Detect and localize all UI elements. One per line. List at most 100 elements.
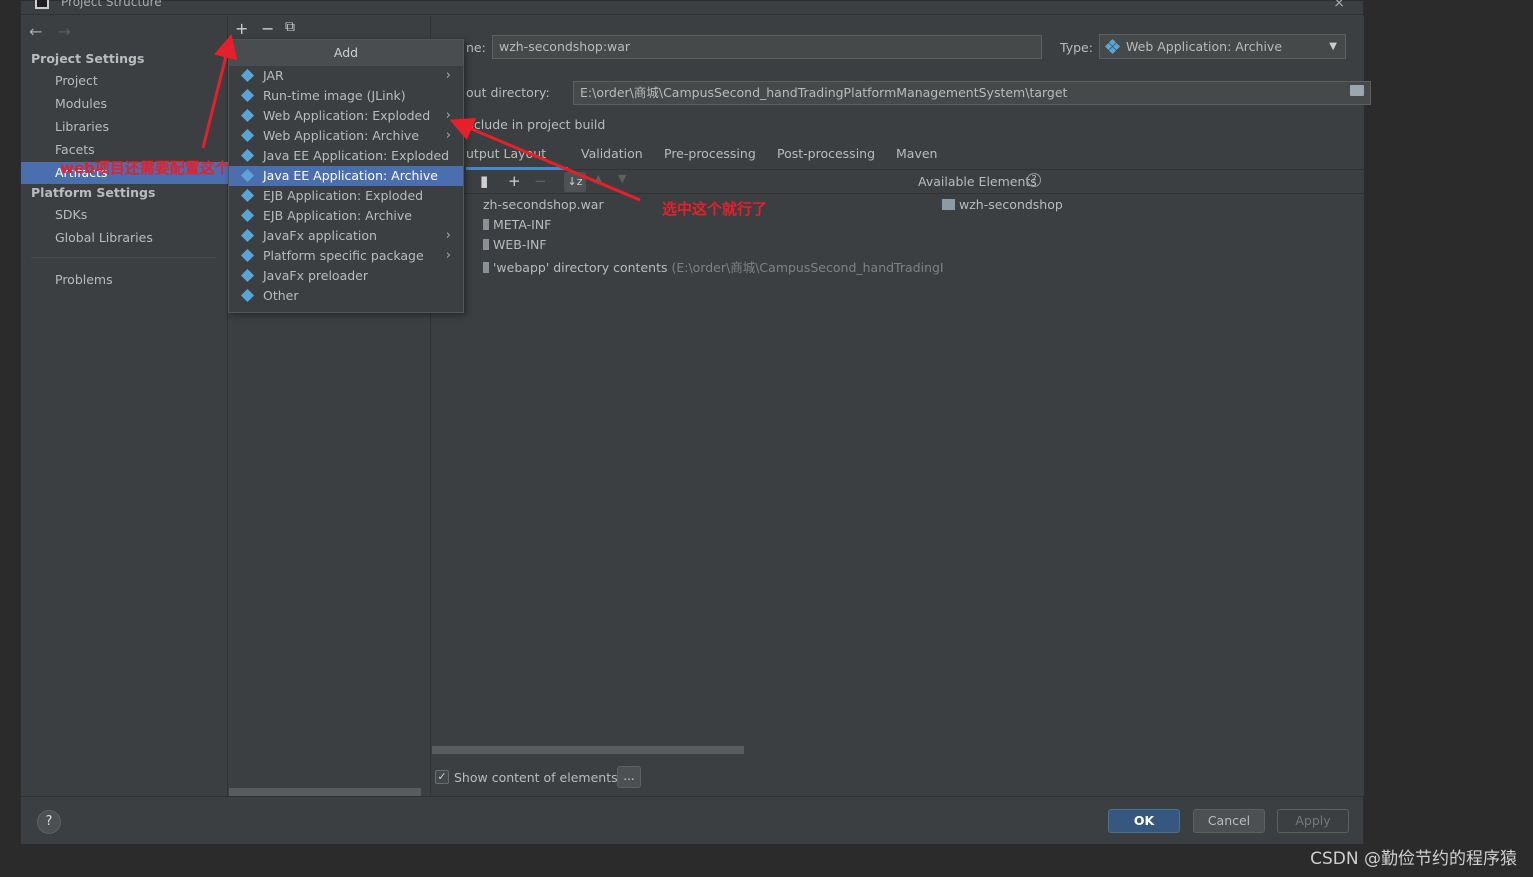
popup-item[interactable]: Web Application: Archive › [229, 126, 463, 146]
show-content-label[interactable]: Show content of elements [454, 770, 618, 785]
popup-item[interactable]: Platform specific package › [229, 246, 463, 266]
chevron-down-icon: ▼ [1329, 41, 1337, 52]
popup-title: Add [229, 40, 463, 66]
webapp-path: (E:\order\商城\CampusSecond_handTradingI [671, 260, 944, 275]
tab-validation[interactable]: Validation [581, 142, 643, 170]
include-in-build-label[interactable]: nclude in project build [466, 117, 605, 132]
name-field[interactable]: wzh-secondshop:war [492, 35, 1042, 59]
tab-maven[interactable]: Maven [896, 142, 937, 170]
popup-item[interactable]: Java EE Application: Archive [229, 166, 463, 186]
apply-button[interactable]: Apply [1277, 809, 1349, 833]
layout-toolbar: ▮ + − ↓z ▲ ▼ Available Elements ? [432, 170, 1364, 194]
nav-item-project[interactable]: Project [21, 70, 228, 92]
type-select-value: Web Application: Archive [1126, 39, 1283, 54]
popup-item-label: EJB Application: Archive [263, 208, 412, 223]
popup-item[interactable]: EJB Application: Exploded [229, 186, 463, 206]
artifact-type-icon [240, 148, 255, 163]
dialog-button-bar: ? OK Cancel Apply [21, 796, 1363, 844]
add-copy-icon[interactable]: + [508, 172, 521, 190]
popup-item-label: JavaFx application [263, 228, 377, 243]
cancel-button[interactable]: Cancel [1193, 809, 1265, 833]
nav-item-problems[interactable]: Problems [21, 269, 228, 291]
artifact-details: ne: wzh-secondshop:war Type: Web Applica… [432, 16, 1371, 796]
left-nav: ← → Project Settings Project Modules Lib… [21, 16, 228, 796]
popup-item-label: Web Application: Exploded [263, 108, 431, 123]
tree-root-war[interactable]: zh-secondshop.war [483, 197, 604, 212]
nav-item-libraries[interactable]: Libraries [21, 116, 228, 138]
remove-element-icon[interactable]: − [534, 172, 547, 190]
back-arrow-icon[interactable]: ← [29, 22, 42, 41]
move-down-icon[interactable]: ▼ [618, 172, 626, 185]
tab-pre-processing[interactable]: Pre-processing [664, 142, 756, 170]
folder-icon [483, 239, 489, 250]
platform-settings-heading: Platform Settings [31, 185, 156, 200]
available-module-item[interactable]: wzh-secondshop [942, 197, 1063, 212]
popup-item[interactable]: Web Application: Exploded › [229, 106, 463, 126]
popup-item[interactable]: Run-time image (JLink) [229, 86, 463, 106]
popup-item-label: Web Application: Archive [263, 128, 420, 143]
folder-icon[interactable] [1350, 85, 1364, 96]
artifact-type-icon [240, 208, 255, 223]
popup-item-label: EJB Application: Exploded [263, 188, 424, 203]
nav-arrows: ← → [29, 22, 81, 41]
ok-button[interactable]: OK [1108, 809, 1180, 833]
show-content-options-button[interactable]: ... [617, 766, 641, 788]
popup-item[interactable]: JavaFx preloader [229, 266, 463, 286]
popup-item[interactable]: Other [229, 286, 463, 306]
intellij-icon [35, 0, 49, 9]
artifact-type-icon [240, 288, 255, 303]
artifact-type-icon [240, 228, 255, 243]
artifact-type-icon [240, 268, 255, 283]
copy-icon[interactable]: ⧉ [285, 19, 295, 35]
project-settings-heading: Project Settings [31, 51, 145, 66]
tree-item-meta-inf[interactable]: META-INF [483, 217, 551, 232]
tab-output-layout[interactable]: utput Layout [466, 142, 568, 170]
annotation-left-note: web项目还需要配置这个 [60, 159, 230, 177]
add-artifact-popup: Add JAR › Run-time image (JLink) Web Applic… [228, 39, 464, 313]
nav-item-global-libraries[interactable]: Global Libraries [21, 227, 228, 249]
help-circle-icon[interactable]: ? [1027, 173, 1041, 187]
project-structure-dialog: Project Structure × ← → Project Settings… [20, 0, 1371, 844]
popup-item-label: Other [263, 288, 299, 303]
chevron-right-icon: › [445, 68, 451, 83]
show-content-checkbox[interactable]: ✓ [435, 770, 449, 784]
output-directory-field[interactable]: E:\order\商城\CampusSecond_handTradingPlat… [573, 81, 1371, 105]
popup-item[interactable]: Java EE Application: Exploded [229, 146, 463, 166]
add-icon[interactable]: + [235, 19, 248, 38]
output-directory-value: E:\order\商城\CampusSecond_handTradingPlat… [580, 85, 1068, 100]
popup-item-label: JAR [263, 68, 284, 83]
close-icon[interactable]: × [1333, 0, 1345, 11]
nav-divider [31, 257, 216, 258]
artifact-type-icon [240, 128, 255, 143]
layout-scrollbar[interactable] [432, 746, 744, 754]
available-elements-label: Available Elements [918, 174, 1037, 189]
popup-item-label: Java EE Application: Archive [263, 168, 438, 183]
artifact-type-icon [240, 88, 255, 103]
popup-item[interactable]: EJB Application: Archive [229, 206, 463, 226]
output-directory-label: out directory: [466, 85, 550, 100]
popup-item[interactable]: JavaFx application › [229, 226, 463, 246]
name-label: ne: [466, 40, 486, 55]
help-button[interactable]: ? [37, 810, 61, 834]
tab-post-processing[interactable]: Post-processing [777, 142, 875, 170]
artifact-type-icon [1104, 38, 1121, 55]
horizontal-scrollbar[interactable] [229, 788, 421, 796]
tree-item-web-inf[interactable]: WEB-INF [483, 237, 547, 252]
chevron-right-icon: › [445, 108, 451, 123]
move-up-icon[interactable]: ▲ [594, 172, 602, 185]
popup-items: JAR › Run-time image (JLink) Web Applicatio… [229, 66, 463, 306]
chevron-right-icon: › [445, 248, 451, 263]
nav-item-modules[interactable]: Modules [21, 93, 228, 115]
popup-item[interactable]: JAR › [229, 66, 463, 86]
chevron-right-icon: › [445, 128, 451, 143]
remove-icon[interactable]: − [261, 19, 274, 38]
type-select[interactable]: Web Application: Archive ▼ [1099, 34, 1346, 59]
nav-item-sdks[interactable]: SDKs [21, 204, 228, 226]
tree-item-webapp-contents[interactable]: 'webapp' directory contents (E:\order\商城… [483, 257, 944, 276]
directory-contents-icon [483, 262, 489, 273]
sort-icon[interactable]: ↓z [564, 172, 586, 192]
new-directory-icon[interactable]: ▮ [480, 172, 488, 190]
artifact-type-icon [240, 248, 255, 263]
forward-arrow-icon[interactable]: → [58, 22, 71, 41]
artifact-type-icon [240, 108, 255, 123]
